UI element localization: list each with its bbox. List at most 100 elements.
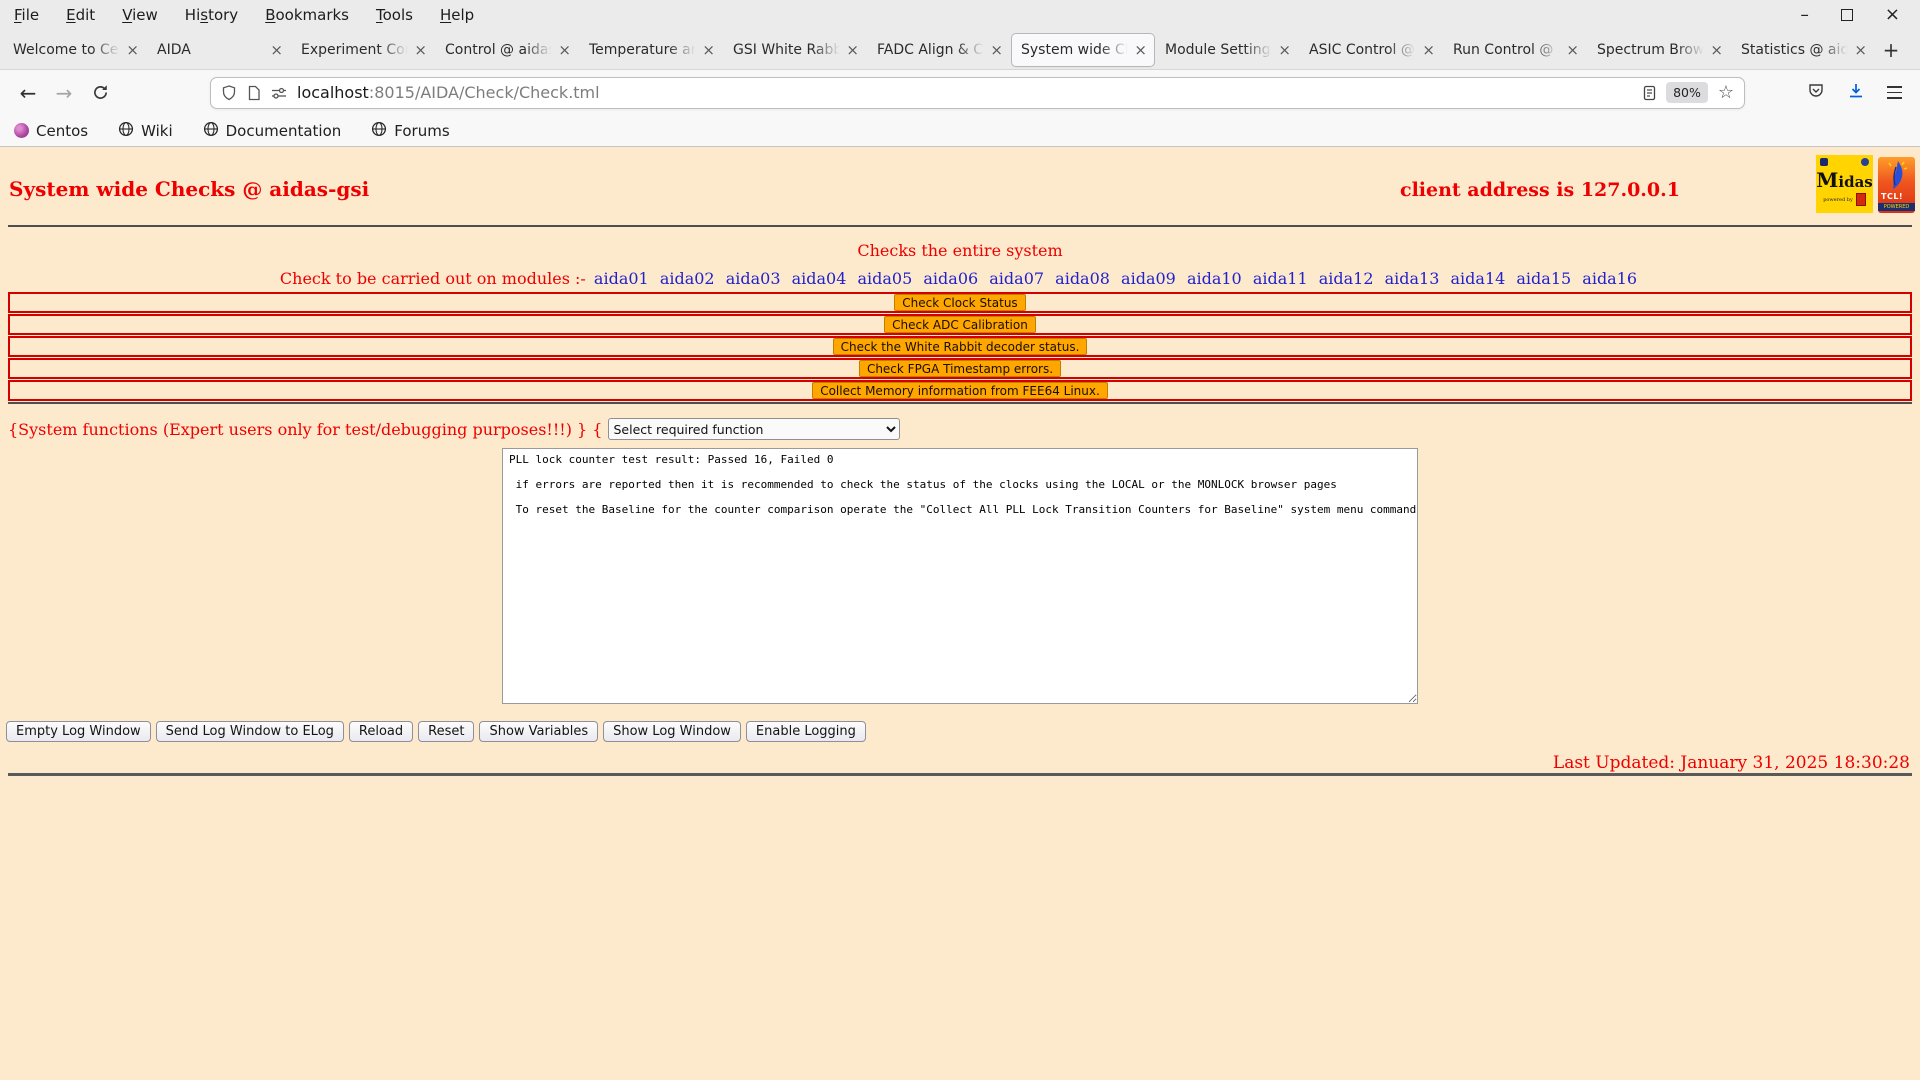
menu-icon[interactable] (1887, 86, 1902, 99)
tab-close-icon[interactable]: × (1278, 41, 1291, 59)
check-action-button[interactable]: Collect Memory information from FEE64 Li… (812, 382, 1108, 399)
tab-close-icon[interactable]: × (1854, 41, 1867, 59)
tab-close-icon[interactable]: × (126, 41, 139, 59)
navigation-toolbar: ← → localhost:8015/AIDA/Check/Check.tml … (0, 70, 1920, 115)
browser-tab[interactable]: Temperature and × (580, 34, 722, 66)
browser-tab[interactable]: FADC Align & Co × (868, 34, 1010, 66)
module-link[interactable]: aida01 (594, 269, 649, 288)
bookmark-wiki[interactable]: Wiki (118, 121, 173, 141)
module-link[interactable]: aida05 (857, 269, 912, 288)
tab-title: Spectrum Brows (1597, 41, 1708, 58)
browser-tab[interactable]: AIDA × (148, 34, 290, 66)
action-button[interactable]: Enable Logging (745, 721, 866, 742)
reader-mode-icon[interactable] (1643, 85, 1656, 101)
tab-close-icon[interactable]: × (702, 41, 715, 59)
module-link[interactable]: aida14 (1451, 269, 1506, 288)
browser-titlebar-menu: File Edit View History Bookmarks Tools H… (0, 0, 1920, 30)
url-bar[interactable]: localhost:8015/AIDA/Check/Check.tml 80% … (210, 76, 1745, 109)
browser-tab[interactable]: Run Control @ ai × (1444, 34, 1586, 66)
bookmark-documentation[interactable]: Documentation (203, 121, 341, 141)
check-action-button[interactable]: Check Clock Status (894, 294, 1026, 311)
divider-bottom (8, 773, 1912, 776)
bookmark-label: Forums (394, 121, 450, 140)
reload-icon[interactable] (82, 77, 118, 109)
page-info-icon[interactable] (247, 85, 261, 101)
module-link[interactable]: aida15 (1516, 269, 1571, 288)
check-action-button[interactable]: Check the White Rabbit decoder status. (832, 338, 1088, 355)
module-link[interactable]: aida10 (1187, 269, 1242, 288)
module-link[interactable]: aida12 (1319, 269, 1374, 288)
module-link[interactable]: aida07 (989, 269, 1044, 288)
midas-logo[interactable]: Midas powered by (1816, 155, 1873, 213)
browser-tab[interactable]: ASIC Control @ a × (1300, 34, 1442, 66)
browser-tab[interactable]: Welcome to Cent × (4, 34, 146, 66)
menu-item[interactable]: File (14, 6, 39, 24)
tab-title: Module Settings (1165, 41, 1276, 58)
check-action-button[interactable]: Check ADC Calibration (884, 316, 1036, 333)
action-button[interactable]: Reload (348, 721, 414, 742)
module-link[interactable]: aida06 (923, 269, 978, 288)
tab-close-icon[interactable]: × (1566, 41, 1579, 59)
tab-close-icon[interactable]: × (270, 41, 283, 59)
browser-tab[interactable]: Statistics @ aida × (1732, 34, 1874, 66)
tab-close-icon[interactable]: × (1710, 41, 1723, 59)
tab-close-icon[interactable]: × (990, 41, 1003, 59)
menu-item[interactable]: Tools (376, 6, 413, 24)
action-button[interactable]: Empty Log Window (6, 721, 151, 742)
action-button[interactable]: Reset (418, 721, 475, 742)
page-header: System wide Checks @ aidas-gsi client ad… (0, 147, 1920, 225)
tab-close-icon[interactable]: × (1422, 41, 1435, 59)
reload-glyph (93, 85, 107, 99)
browser-tab[interactable]: Spectrum Brows × (1588, 34, 1730, 66)
tab-close-icon[interactable]: × (846, 41, 859, 59)
module-link[interactable]: aida09 (1121, 269, 1176, 288)
module-link[interactable]: aida03 (726, 269, 781, 288)
module-link[interactable]: aida04 (792, 269, 847, 288)
maximize-button[interactable] (1840, 9, 1853, 21)
module-link[interactable]: aida13 (1385, 269, 1440, 288)
required-function-select[interactable]: Select required function (608, 418, 901, 440)
tab-close-icon[interactable]: × (1134, 41, 1147, 59)
browser-tab[interactable]: Experiment Cont × (292, 34, 434, 66)
menu-item[interactable]: Bookmarks (265, 6, 349, 24)
url-text[interactable]: localhost:8015/AIDA/Check/Check.tml (297, 83, 1633, 102)
divider-top (8, 225, 1912, 227)
window-controls: – × (1800, 6, 1906, 24)
bookmark-centos[interactable]: Centos (14, 122, 88, 140)
bookmark-star-icon[interactable]: ☆ (1718, 82, 1734, 103)
tab-title: Welcome to Cent (13, 41, 124, 58)
permissions-sliders-icon[interactable] (271, 86, 287, 100)
tab-close-icon[interactable]: × (414, 41, 427, 59)
tcl-powered-logo[interactable]: TCL! POWERED (1878, 157, 1915, 213)
bookmark-forums[interactable]: Forums (371, 121, 450, 141)
check-action-button[interactable]: Check FPGA Timestamp errors. (858, 360, 1062, 377)
new-tab-button[interactable]: + (1875, 35, 1907, 65)
menu-item[interactable]: Edit (66, 6, 95, 24)
module-link[interactable]: aida16 (1582, 269, 1637, 288)
zoom-level-badge[interactable]: 80% (1666, 82, 1708, 103)
browser-tab[interactable]: Module Settings × (1156, 34, 1298, 66)
menu-item[interactable]: View (122, 6, 158, 24)
action-button[interactable]: Show Log Window (603, 721, 741, 742)
menu-item[interactable]: Help (440, 6, 474, 24)
module-link[interactable]: aida11 (1253, 269, 1308, 288)
module-link[interactable]: aida08 (1055, 269, 1110, 288)
browser-tab[interactable]: GSI White Rabbit × (724, 34, 866, 66)
action-button[interactable]: Show Variables (479, 721, 599, 742)
action-button[interactable]: Send Log Window to ELog (155, 721, 344, 742)
log-window-wrap (0, 448, 1920, 708)
back-icon[interactable]: ← (10, 77, 46, 109)
tab-close-icon[interactable]: × (558, 41, 571, 59)
forward-icon[interactable]: → (46, 77, 82, 109)
browser-tab[interactable]: Control @ aidas- × (436, 34, 578, 66)
pocket-icon[interactable] (1807, 82, 1825, 104)
browser-tab[interactable]: System wide Che × (1012, 33, 1154, 66)
close-window-button[interactable]: × (1885, 6, 1900, 24)
check-row: Check ADC Calibration (8, 314, 1912, 335)
shield-icon[interactable] (221, 84, 237, 101)
menu-item[interactable]: History (185, 6, 238, 24)
download-icon[interactable] (1847, 82, 1865, 104)
log-window-textarea[interactable] (502, 448, 1418, 704)
module-link[interactable]: aida02 (660, 269, 715, 288)
minimize-button[interactable]: – (1800, 7, 1809, 24)
